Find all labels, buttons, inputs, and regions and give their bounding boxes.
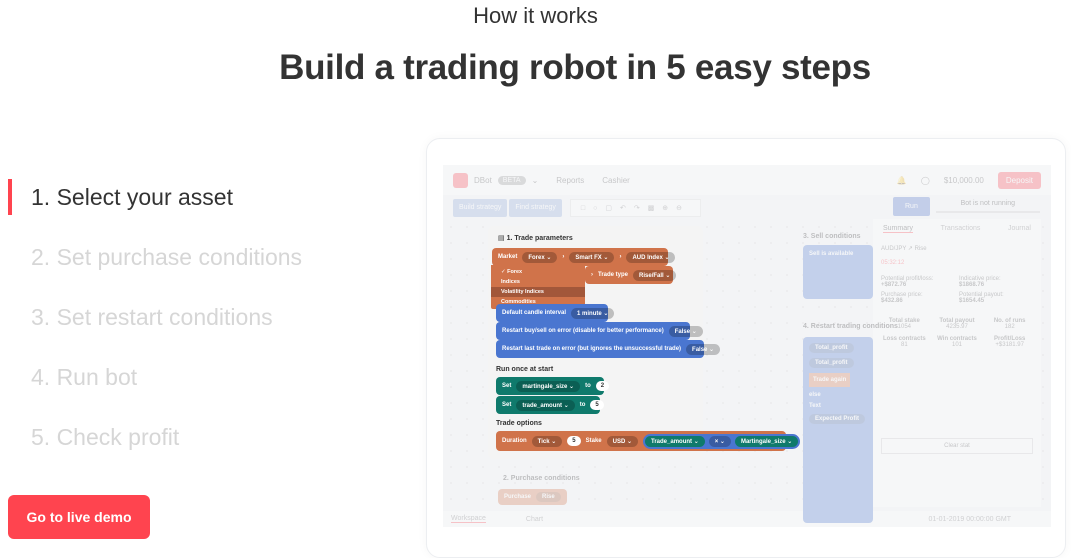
market-select[interactable]: Forex ⌄	[522, 251, 558, 263]
dropdown-option-indices[interactable]: Indices	[491, 277, 585, 287]
nav-cashier: Cashier	[602, 175, 630, 185]
tab-transactions: Transactions	[940, 225, 981, 232]
summary-timer: 05:32:12	[881, 260, 905, 266]
candle-interval-block: Default candle interval 1 minute ⌄	[496, 304, 615, 322]
summary-tabs: Summary Transactions Journal	[873, 219, 1041, 239]
restart-title: 4. Restart trading conditions	[803, 323, 898, 330]
stats-grid: Total stake 1054 Total payout 4235.97 No. …	[882, 318, 1026, 348]
asset-select[interactable]: AUD Index ⌄	[626, 251, 676, 263]
step-1[interactable]: 1. Select your asset	[8, 177, 302, 237]
trade-amount-value[interactable]: 5	[590, 400, 604, 410]
step-3[interactable]: 3. Set restart conditions	[8, 297, 302, 357]
run-panel: Run Bot is not running	[893, 197, 1040, 216]
account-icon: ◯	[920, 175, 930, 185]
clear-stat-button: Clear stat	[881, 438, 1033, 454]
nav-reports: Reports	[556, 175, 585, 185]
step-2[interactable]: 2. Set purchase conditions	[8, 237, 302, 297]
tab-chart: Chart	[525, 515, 544, 523]
purchase-block: Purchase Rise	[498, 489, 567, 505]
stake-var1[interactable]: Trade_amount ⌄	[645, 435, 705, 447]
toolbar-icons: □○▢↶↷▩⊕⊖	[569, 199, 702, 217]
market-block: Market Forex ⌄ › Smart FX ⌄ › AUD Index …	[492, 248, 676, 266]
brand-name: DBot	[474, 175, 492, 185]
trade-type-select[interactable]: Rise/Fall ⌄	[633, 269, 677, 281]
sell-title: 3. Sell conditions	[803, 233, 861, 240]
tab-journal: Journal	[1008, 225, 1031, 232]
restart1-select[interactable]: False ⌄	[668, 325, 703, 337]
martingale-value[interactable]: 2	[595, 381, 610, 391]
dbot-logo-icon	[453, 172, 468, 188]
bell-icon: 🔔	[896, 175, 907, 185]
toolbar: Build strategy Find strategy □○▢↶↷▩⊕⊖	[453, 199, 702, 217]
app-header: DBot BETA ⌄ Reports Cashier 🔔 ◯ $10,000.…	[443, 165, 1051, 195]
candle-select[interactable]: 1 minute ⌄	[571, 307, 615, 319]
run-button: Run	[893, 197, 930, 216]
summary-pair: AUD/JPY ↗ Rise	[881, 246, 927, 252]
find-strategy-button: Find strategy	[509, 199, 562, 217]
set-martingale-block: Set martingale_size ⌄ to 2	[496, 377, 610, 395]
purchase-title: 2. Purchase conditions	[503, 475, 580, 482]
section-kicker: How it works	[473, 3, 598, 28]
trade-options-label: Trade options	[496, 420, 542, 427]
restart-error-block: Restart buy/sell on error (disable for b…	[496, 322, 703, 340]
operator-select[interactable]: × ⌄	[708, 435, 731, 447]
live-demo-button[interactable]: Go to live demo	[8, 495, 150, 539]
step-4[interactable]: 4. Run bot	[8, 357, 302, 417]
duration-value[interactable]: 5	[567, 436, 581, 446]
section-title: Build a trading robot in 5 easy steps	[279, 48, 871, 87]
restart-last-block: Restart last trade on error (but ignores…	[496, 340, 721, 358]
currency-select[interactable]: USD ⌄	[606, 435, 639, 447]
var-trade-amount-select[interactable]: trade_amount ⌄	[516, 399, 575, 411]
summary-panel: AUD/JPY ↗ Rise 05:32:12 Potential profit…	[873, 237, 1041, 507]
steps-list: 1. Select your asset 2. Set purchase con…	[8, 177, 302, 477]
contract-details: Potential profit/loss: +$872.76 Indicativ…	[881, 276, 1004, 304]
dropdown-option-forex[interactable]: ✓ Forex	[491, 267, 585, 277]
beta-badge: BETA	[497, 175, 526, 185]
run-once-label: Run once at start	[496, 366, 554, 373]
var-martingale-select[interactable]: martingale_size ⌄	[516, 380, 581, 392]
market-dropdown: ✓ Forex Indices Volatility Indices Commo…	[491, 265, 585, 309]
balance: $10,000.00	[943, 175, 984, 185]
run-status: Bot is not running	[935, 200, 1040, 213]
tab-workspace: Workspace	[451, 515, 486, 523]
restart2-select[interactable]: False ⌄	[686, 343, 721, 355]
build-strategy-button: Build strategy	[453, 199, 508, 217]
footer-time: 01-01-2019 00:00:00 GMT	[928, 515, 1012, 523]
step-5[interactable]: 5. Check profit	[8, 417, 302, 477]
restart-block: Total_profit Total_profit Trade again el…	[803, 337, 873, 523]
stake-expression: Trade_amount ⌄ × ⌄ Martingale_size ⌄	[643, 433, 801, 449]
dropdown-option-volatility[interactable]: Volatility Indices	[491, 287, 585, 297]
tab-summary: Summary	[883, 225, 913, 233]
footer-tabs: Workspace Chart 01-01-2019 00:00:00 GMT	[443, 511, 1051, 527]
deposit-button: Deposit	[997, 171, 1041, 189]
submarket-select[interactable]: Smart FX ⌄	[569, 251, 615, 263]
stake-var2[interactable]: Martingale_size ⌄	[734, 435, 799, 447]
sell-block: Sell is available	[803, 245, 873, 299]
trade-options-block: Duration Tick ⌄ 5 Stake USD ⌄ Trade_amou…	[496, 431, 801, 451]
trade-params-title: ▤ 1. Trade parameters	[498, 235, 573, 242]
duration-unit-select[interactable]: Tick ⌄	[531, 435, 563, 447]
trade-type-block: › Trade type Rise/Fall ⌄	[585, 266, 677, 284]
set-trade-amount-block: Set trade_amount ⌄ to 5	[496, 396, 604, 414]
chevron-down-icon: ⌄	[531, 175, 539, 185]
